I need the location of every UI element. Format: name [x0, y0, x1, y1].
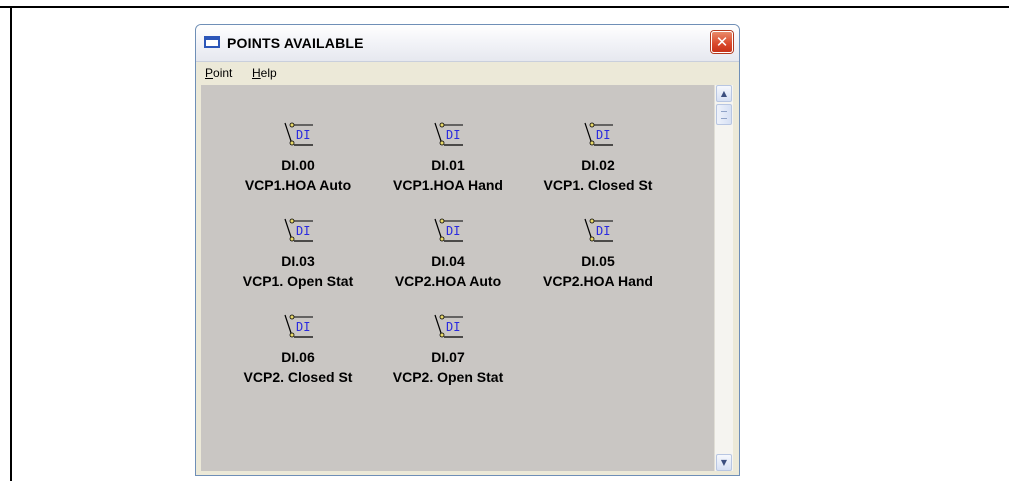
point-description: VCP2.HOA Hand [543, 273, 653, 289]
point-description: VCP1. Open Stat [242, 273, 354, 289]
menu-point[interactable]: Point [205, 66, 232, 80]
point-code: DI.04 [431, 253, 465, 269]
window-icon [204, 36, 220, 48]
svg-text:DI: DI [446, 224, 460, 238]
svg-text:DI: DI [296, 128, 310, 142]
scroll-down-button[interactable]: ▼ [716, 454, 732, 471]
scroll-thumb[interactable] [716, 104, 732, 125]
point-tile[interactable]: DI DI.02 VCP1. Closed St [523, 121, 673, 193]
digital-input-icon: DI [584, 218, 613, 242]
point-description: VCP1.HOA Hand [393, 177, 503, 193]
svg-text:DI: DI [446, 128, 460, 142]
menu-help[interactable]: Help [252, 66, 277, 80]
digital-input-icon: DI [434, 122, 463, 146]
points-client-area: DI DI.00 VCP1.HOA Auto DI DI.01 VCP1.HOA Hand… [201, 85, 714, 471]
point-tile[interactable]: DI DI.06 VCP2. Closed St [223, 313, 373, 385]
vertical-scrollbar[interactable]: ▲ ▼ [714, 85, 733, 471]
point-tile[interactable]: DI DI.04 VCP2.HOA Auto [373, 217, 523, 289]
point-code: DI.05 [581, 253, 615, 269]
digital-input-icon: DI [284, 314, 313, 338]
menu-help-accel: H [252, 66, 261, 80]
menu-help-label-rest: elp [260, 66, 277, 80]
point-code: DI.07 [431, 349, 465, 365]
digital-input-icon: DI [434, 218, 463, 242]
menu-point-accel: P [205, 66, 214, 80]
point-description: VCP1. Closed St [543, 177, 653, 193]
digital-input-icon: DI [284, 218, 313, 242]
point-description: VCP2.HOA Auto [394, 273, 502, 289]
point-description: VCP2. Open Stat [392, 369, 504, 385]
digital-input-icon: DI [584, 122, 613, 146]
point-code: DI.01 [431, 157, 465, 173]
scroll-up-button[interactable]: ▲ [716, 85, 732, 102]
title-bar[interactable]: POINTS AVAILABLE ✕ [196, 25, 739, 62]
point-tile[interactable]: DI DI.00 VCP1.HOA Auto [223, 121, 373, 193]
points-available-window: POINTS AVAILABLE ✕ Point Help DI DI.00 VCP… [195, 24, 740, 476]
point-code: DI.02 [581, 157, 615, 173]
point-code: DI.06 [281, 349, 315, 365]
window-title: POINTS AVAILABLE [227, 35, 364, 51]
document-frame-top-border [0, 6, 1009, 8]
svg-text:DI: DI [596, 128, 610, 142]
digital-input-icon: DI [284, 122, 313, 146]
svg-text:DI: DI [596, 224, 610, 238]
point-tile[interactable]: DI DI.03 VCP1. Open Stat [223, 217, 373, 289]
document-frame-left-border [10, 6, 12, 481]
svg-text:DI: DI [296, 320, 310, 334]
svg-text:DI: DI [296, 224, 310, 238]
close-button[interactable]: ✕ [711, 31, 733, 53]
point-code: DI.03 [281, 253, 315, 269]
point-description: VCP1.HOA Auto [244, 177, 352, 193]
svg-text:DI: DI [446, 320, 460, 334]
menu-bar: Point Help [196, 62, 739, 84]
point-tile[interactable]: DI DI.01 VCP1.HOA Hand [373, 121, 523, 193]
point-description: VCP2. Closed St [243, 369, 353, 385]
point-code: DI.00 [281, 157, 315, 173]
point-tile[interactable]: DI DI.07 VCP2. Open Stat [373, 313, 523, 385]
point-tile[interactable]: DI DI.05 VCP2.HOA Hand [523, 217, 673, 289]
digital-input-icon: DI [434, 314, 463, 338]
menu-point-label-rest: oint [213, 66, 233, 80]
